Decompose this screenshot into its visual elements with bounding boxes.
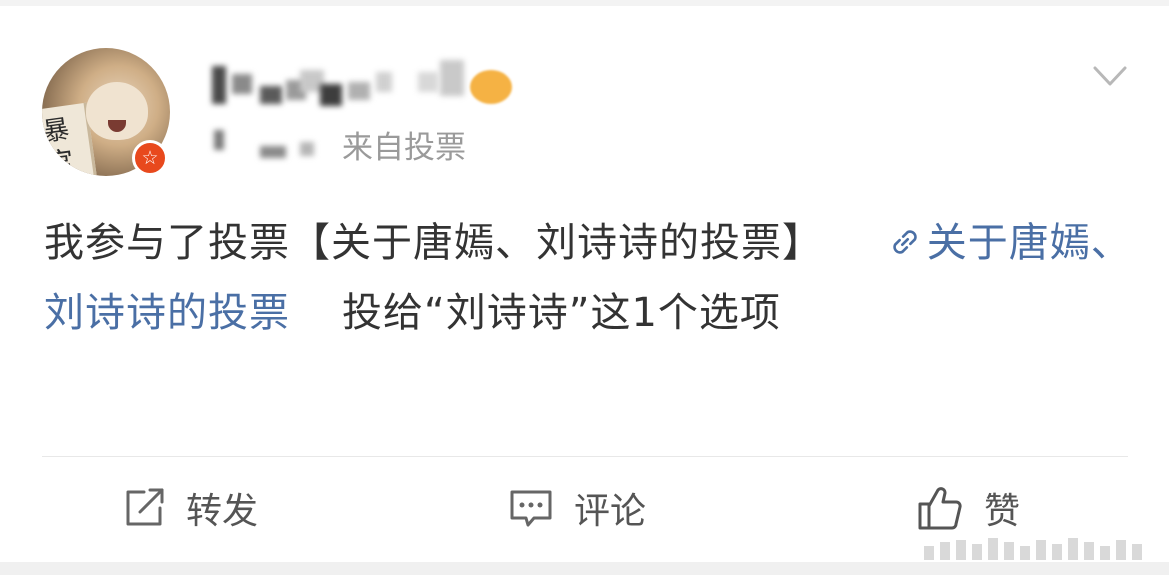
avatar-scroll-text: 暴宫 [42, 114, 76, 176]
top-separator [0, 0, 1169, 6]
star-badge-icon: ☆ [132, 140, 168, 176]
link-icon[interactable] [885, 224, 925, 260]
comment-button[interactable]: 评论 [508, 480, 646, 536]
comment-icon [510, 490, 552, 527]
repost-label: 转发 [186, 491, 259, 532]
bottom-separator [0, 562, 1169, 575]
post-body-suffix: 投给“刘诗诗”这1个选项 [342, 290, 781, 336]
repost-button[interactable]: 转发 [122, 480, 258, 536]
post-source: 来自投票 [342, 130, 466, 166]
chevron-down-icon[interactable] [1092, 62, 1128, 92]
watermark-bars [924, 538, 1142, 560]
post-body: 我参与了投票【关于唐嫣、刘诗诗的投票】 关于唐嫣、刘诗诗的投票 投给“刘诗诗”这1… [44, 208, 1134, 348]
username-blurred[interactable] [208, 56, 530, 108]
divider [42, 456, 1128, 457]
level-badge-icon [470, 70, 512, 104]
like-label: 赞 [984, 491, 1021, 532]
thumbs-up-icon [918, 487, 962, 530]
post-body-prefix: 我参与了投票【关于唐嫣、刘诗诗的投票】 [44, 220, 823, 266]
like-button[interactable]: 赞 [916, 480, 1020, 536]
repost-icon [126, 488, 164, 526]
comment-label: 评论 [574, 491, 647, 532]
